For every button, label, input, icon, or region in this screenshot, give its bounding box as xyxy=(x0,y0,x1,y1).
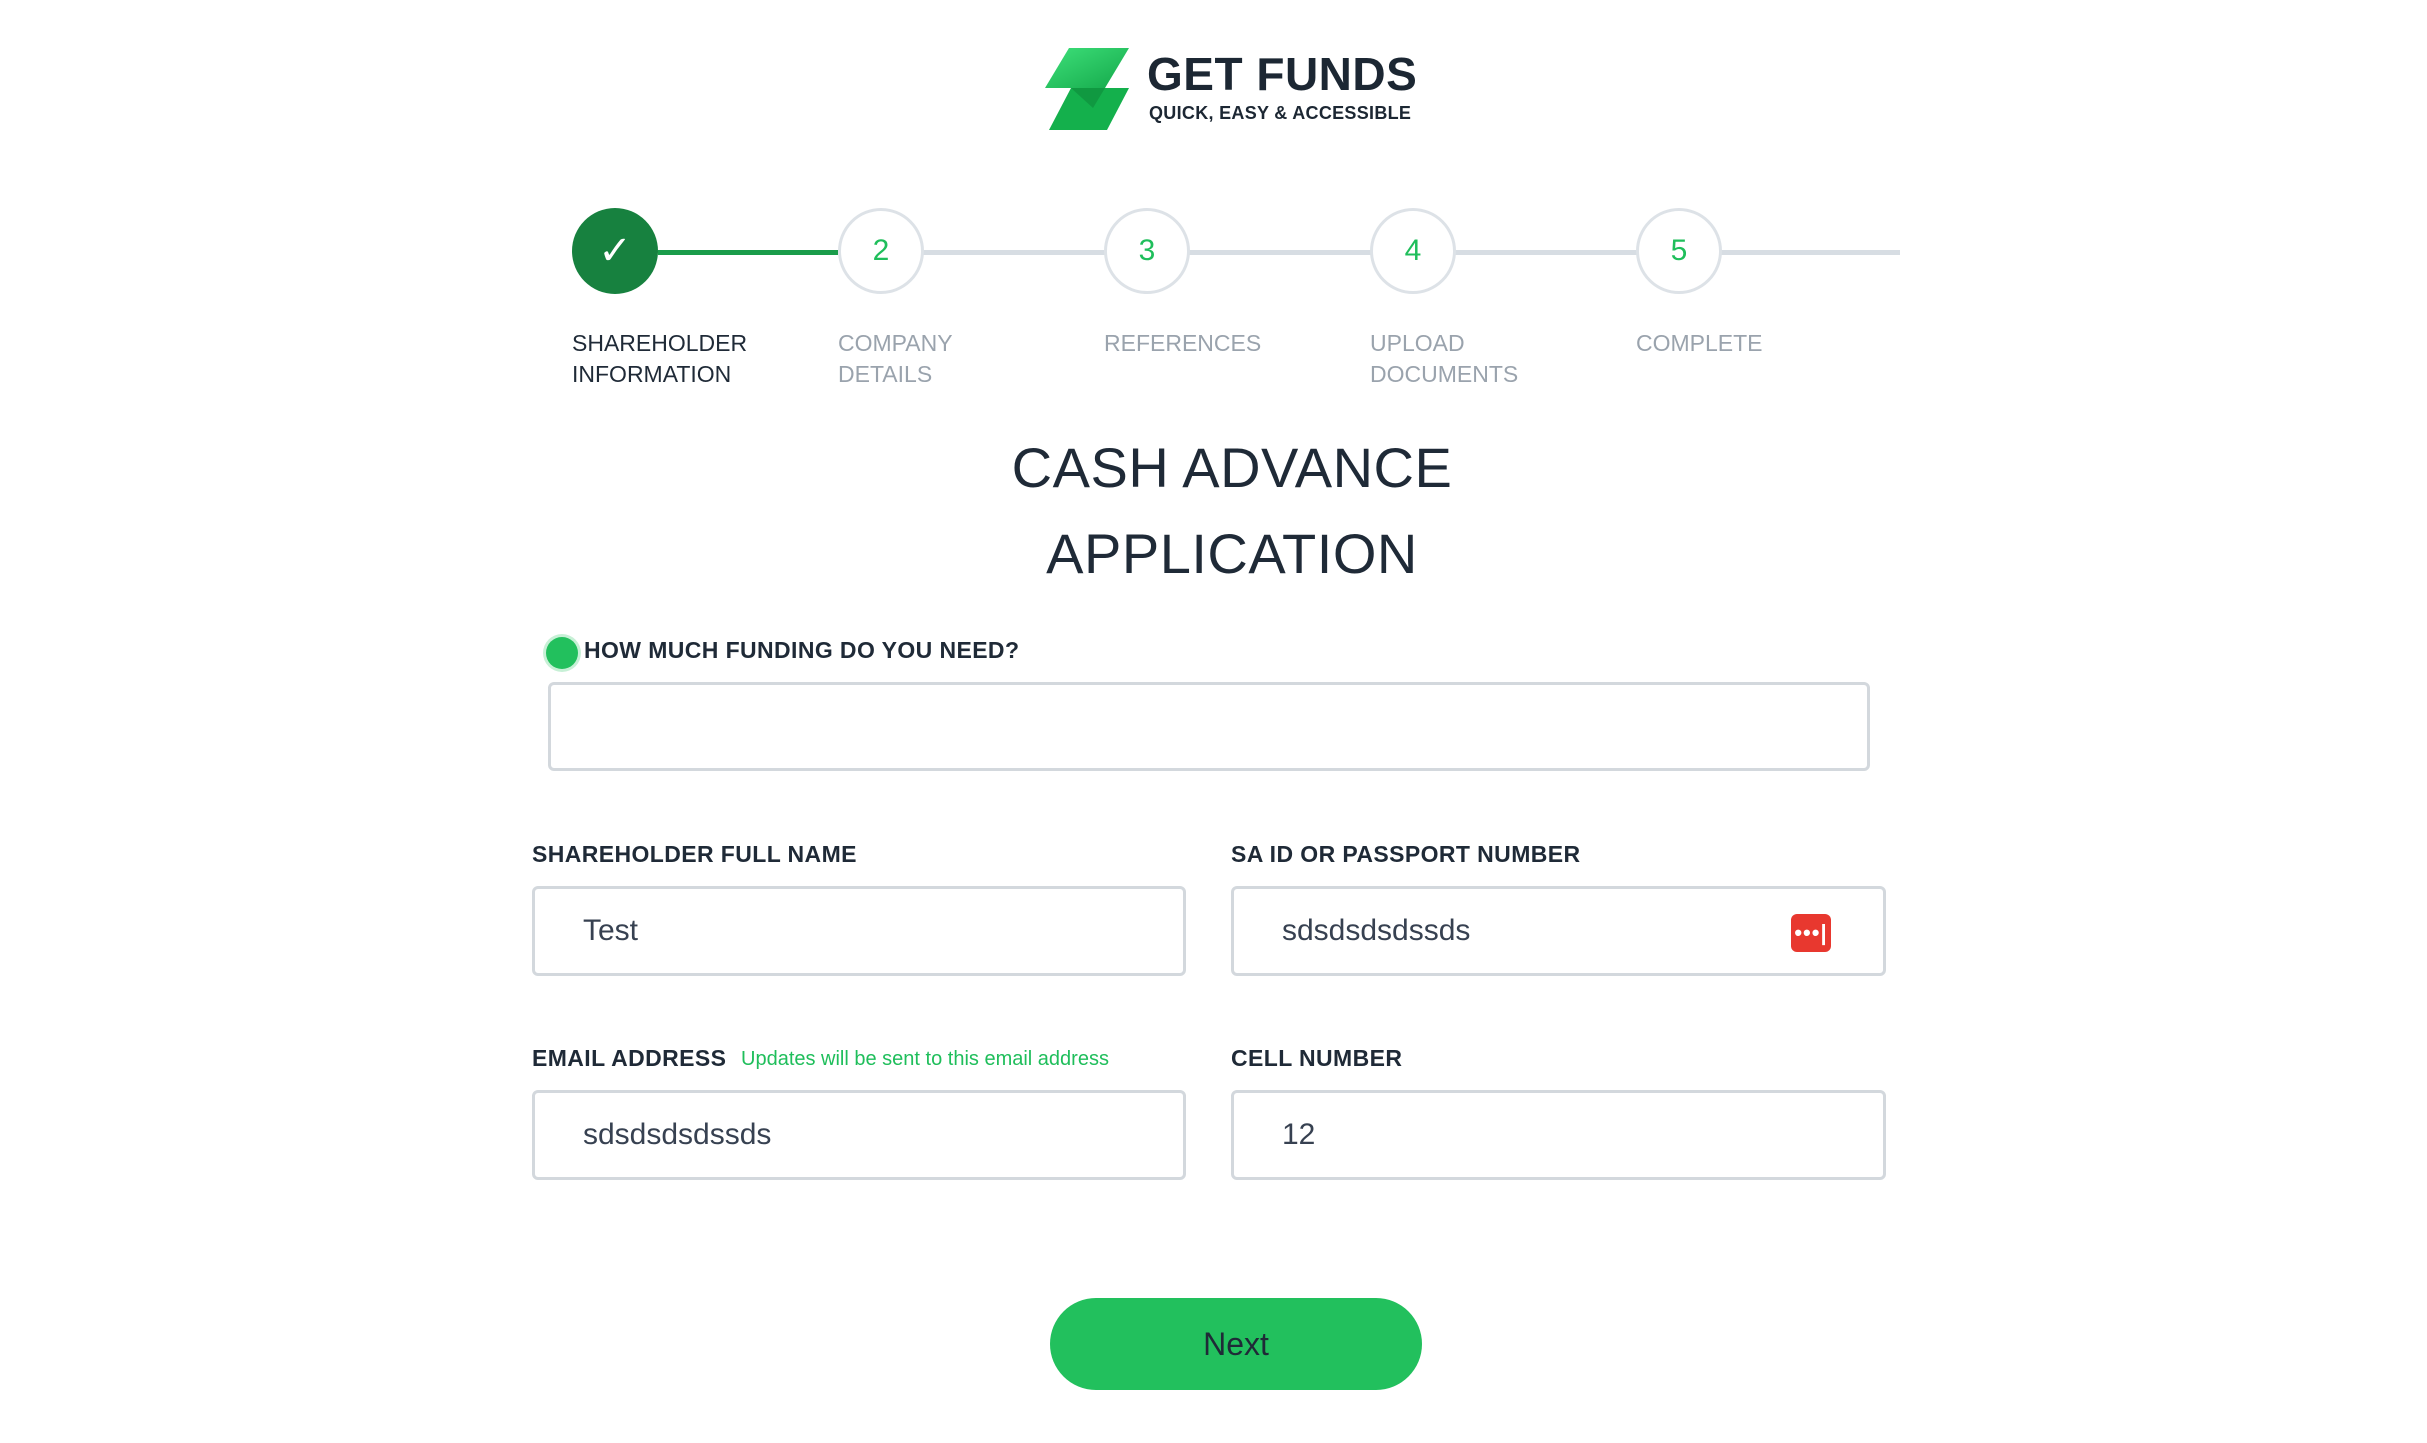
cell-number-input[interactable] xyxy=(1231,1090,1886,1180)
page-title: CASH ADVANCE APPLICATION xyxy=(1011,436,1453,585)
step-2-label: COMPANY DETAILS xyxy=(838,330,953,387)
step-4-circle[interactable]: 4 xyxy=(1370,208,1456,294)
step-connector-4 xyxy=(1454,250,1638,255)
step-3-circle[interactable]: 3 xyxy=(1104,208,1190,294)
email-input[interactable] xyxy=(532,1090,1186,1180)
id-number-label: SA ID OR PASSPORT NUMBER xyxy=(1231,841,1581,867)
step-5-circle[interactable]: 5 xyxy=(1636,208,1722,294)
cell-number-label: CELL NUMBER xyxy=(1231,1045,1403,1071)
step-connector-2 xyxy=(922,250,1106,255)
step-connector-3 xyxy=(1188,250,1372,255)
status-dot-icon xyxy=(546,637,578,669)
brand-logo-icon xyxy=(1045,48,1129,130)
step-4-label: UPLOAD DOCUMENTS xyxy=(1370,330,1519,387)
email-label: EMAIL ADDRESS xyxy=(532,1045,727,1071)
full-name-input[interactable] xyxy=(532,886,1186,976)
password-manager-icon[interactable]: •••| xyxy=(1791,914,1831,952)
full-name-label: SHAREHOLDER FULL NAME xyxy=(532,841,857,867)
funding-amount-input[interactable] xyxy=(548,682,1870,771)
step-connector-5 xyxy=(1720,250,1900,255)
next-button[interactable]: Next xyxy=(1050,1298,1422,1390)
step-5-label: COMPLETE xyxy=(1636,330,1763,356)
email-hint: Updates will be sent to this email addre… xyxy=(741,1048,1109,1070)
step-3-label: REFERENCES xyxy=(1104,330,1262,356)
step-1-check-icon[interactable]: ✓ xyxy=(572,208,658,294)
id-number-input[interactable] xyxy=(1231,886,1886,976)
step-1-label: SHAREHOLDER INFORMATION xyxy=(572,330,748,387)
step-2-circle[interactable]: 2 xyxy=(838,208,924,294)
brand-name: GET FUNDS xyxy=(1147,48,1418,100)
step-connector-1 xyxy=(658,250,838,255)
funding-label: HOW MUCH FUNDING DO YOU NEED? xyxy=(584,637,1020,663)
brand-tagline: QUICK, EASY & ACCESSIBLE xyxy=(1149,103,1412,123)
